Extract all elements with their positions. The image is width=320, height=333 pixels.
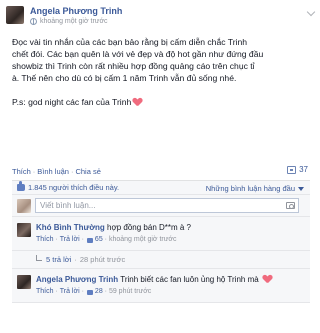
replies-count[interactable]: 5 trả lời [46,255,71,264]
post-body-line: showbiz thì Trinh còn rất nhiều hợp đồng… [12,61,255,71]
heart-icon [133,98,142,106]
comment-like-link[interactable]: Thích [36,287,54,297]
author-name[interactable]: Angela Phương Trinh [30,6,122,17]
thumbs-up-icon [86,237,93,243]
viewer-avatar [17,198,31,213]
comment-author[interactable]: Angela Phương Trinh [36,275,118,284]
commenter-avatar[interactable] [17,223,31,237]
comment-reply-link[interactable]: Trả lời [60,287,80,297]
comment-item: Khó Bình Thường hợp đồng bán D**m à ? Th… [12,217,310,251]
thumbs-up-icon [17,181,25,191]
comment-like-count[interactable]: 28 [95,287,103,297]
camera-icon[interactable] [286,202,295,209]
comment-like-link[interactable]: Thích [36,235,54,245]
comment-time[interactable]: khoảng một giờ trước [109,235,177,245]
comment-text: Trinh biết các fan luôn ủng hộ Trinh mà [120,275,259,284]
like-link[interactable]: Thích [12,167,31,176]
comment-text: hợp đồng bán D**m à ? [107,223,191,232]
comment-link[interactable]: Bình luận [37,167,69,176]
comment-time[interactable]: 59 phút trước [109,287,151,297]
thumbs-up-icon [86,289,93,295]
comment-reply-link[interactable]: Trả lời [60,235,80,245]
replies-row[interactable]: 5 trả lời · 28 phút trước [12,251,310,269]
post-header: Angela Phương Trinh khoảng một giờ trước [6,6,122,25]
chevron-down-icon[interactable] [306,7,316,17]
author-avatar[interactable] [6,6,24,24]
separator-dot: · [70,166,74,176]
post-time[interactable]: khoảng một giờ trước [40,18,108,25]
comment-item: Angela Phương Trinh Trinh biết các fan l… [12,269,310,303]
comment-author[interactable]: Khó Bình Thường [36,223,105,232]
compose-row: Viết bình luận... [12,195,310,217]
comments-panel: 1.845 người thích điều này. Những bình l… [12,180,310,303]
share-count[interactable]: 37 [287,165,308,174]
comment-filter-select[interactable]: Những bình luận hàng đầu [206,184,304,193]
reply-arrow-icon [36,255,42,261]
share-icon [287,165,297,174]
post-body-line: Đọc vài tin nhắn của các bạn bảo rằng bị… [12,37,248,47]
action-bar: Thích · Bình luận · Chia sẻ 37 [12,164,310,178]
chevron-down-icon [298,186,304,191]
separator-dot: · [32,166,36,176]
share-count-value: 37 [299,165,308,174]
post-body: Đọc vài tin nhắn của các bạn bảo rằng bị… [12,36,312,108]
likes-row: 1.845 người thích điều này. Những bình l… [12,181,310,195]
commenter-avatar[interactable] [17,275,31,289]
post-body-line: à. Thế nên cho dù có bị cấm 1 năm Trinh … [12,73,237,83]
comment-input[interactable]: Viết bình luận... [35,198,299,213]
likes-summary[interactable]: 1.845 người thích điều này. [28,183,119,192]
globe-icon [30,18,37,25]
post-ps: P.s: god night các fan của Trinh [12,96,312,108]
post-body-line: chết đói. Các bạn quên là với vẻ đẹp và … [12,49,264,59]
replies-time: 28 phút trước [79,255,126,264]
heart-icon [263,275,272,283]
share-link[interactable]: Chia sẻ [75,167,100,176]
comment-like-count[interactable]: 65 [95,235,103,245]
